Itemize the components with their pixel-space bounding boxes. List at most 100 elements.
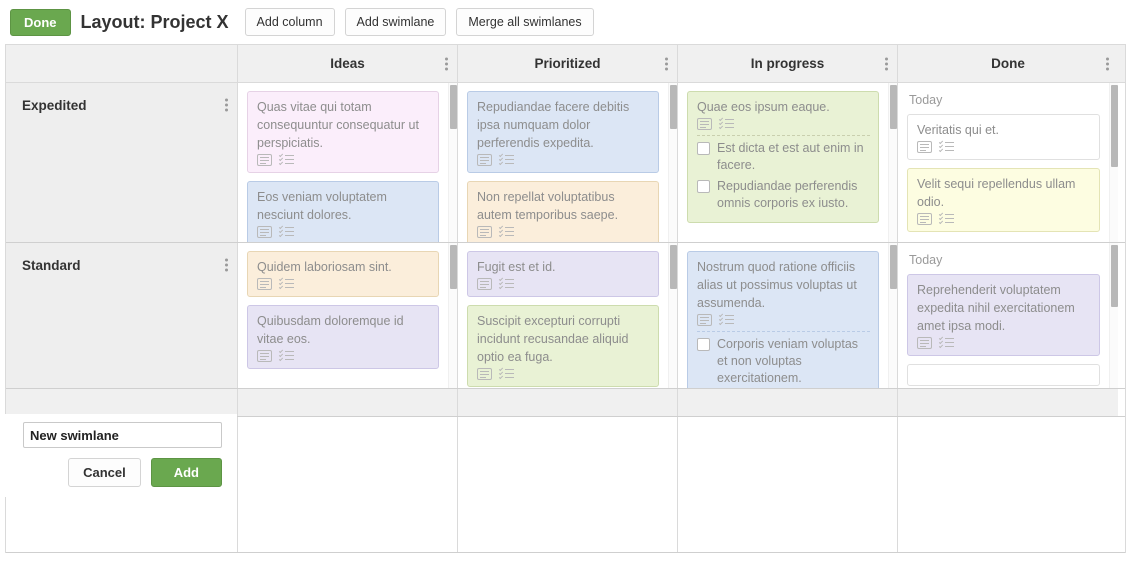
card[interactable]: Suscipit excepturi corrupti incidunt rec… — [467, 305, 659, 387]
subtask-label: Est dicta et est aut enim in facere. — [717, 141, 864, 172]
column-menu-icon[interactable] — [885, 57, 888, 70]
subtask-item[interactable]: Repudiandae perferendis omnis corporis e… — [697, 178, 870, 212]
card[interactable]: Reprehenderit voluptatem expedita nihil … — [907, 274, 1100, 356]
cell-standard-done[interactable]: Today Reprehenderit voluptatem expedita … — [898, 243, 1118, 388]
column-scrollbar[interactable] — [668, 243, 677, 388]
column-menu-icon[interactable] — [665, 57, 668, 70]
column-title: Prioritized — [534, 56, 601, 71]
card[interactable]: Veritatis qui et. — [907, 114, 1100, 160]
card[interactable]: Fugit est et id. — [467, 251, 659, 297]
column-title: Ideas — [330, 56, 365, 71]
done-button[interactable]: Done — [10, 8, 71, 36]
subtask-checkbox[interactable] — [697, 180, 710, 193]
card-title: Velit sequi repellendus ullam odio. — [917, 177, 1076, 209]
checklist-icon — [278, 276, 294, 290]
column-header-done[interactable]: Done — [898, 45, 1118, 82]
column-header-prioritized[interactable]: Prioritized — [458, 45, 678, 82]
add-button[interactable]: Add — [150, 458, 222, 487]
column-scrollbar[interactable] — [668, 83, 677, 242]
column-menu-icon[interactable] — [1106, 57, 1109, 70]
cancel-button[interactable]: Cancel — [68, 458, 141, 487]
swimlane-row-standard: Standard Quidem laboriosam sint. Quibusd… — [6, 243, 1125, 389]
column-scrollbar[interactable] — [888, 243, 897, 388]
card-title: Fugit est et id. — [477, 260, 556, 274]
subtask-item[interactable]: Corporis veniam voluptas et non voluptas… — [697, 336, 870, 387]
checklist-icon — [938, 211, 954, 225]
add-swimlane-button[interactable]: Add swimlane — [344, 7, 447, 37]
cell-expedited-in-progress[interactable]: Quae eos ipsum eaque. Est dicta et est a… — [678, 83, 898, 242]
checklist-icon — [498, 366, 514, 380]
page-title: Layout: Project X — [80, 11, 229, 32]
checklist-icon — [278, 224, 294, 238]
card[interactable]: Repudiandae facere debitis ipsa numquam … — [467, 91, 659, 173]
card-divider — [697, 135, 870, 136]
new-swimlane-cell-prioritized[interactable] — [458, 417, 678, 552]
merge-all-swimlanes-button[interactable]: Merge all swimlanes — [456, 7, 594, 37]
cell-standard-ideas[interactable]: Quidem laboriosam sint. Quibusdam dolore… — [238, 243, 458, 388]
new-swimlane-input[interactable] — [23, 422, 222, 448]
new-swimlane-form: Cancel Add — [5, 414, 237, 497]
description-icon — [257, 226, 272, 238]
column-header-ideas[interactable]: Ideas — [238, 45, 458, 82]
new-swimlane-cell-in-progress[interactable] — [678, 417, 898, 552]
cell-expedited-ideas[interactable]: Quas vitae qui totam consequuntur conseq… — [238, 83, 458, 242]
checklist-icon — [718, 116, 734, 130]
new-swimlane-cell-done[interactable] — [898, 417, 1118, 552]
description-icon — [917, 141, 932, 153]
column-scrollbar[interactable] — [1109, 83, 1118, 242]
card[interactable]: Velit sequi repellendus ullam odio. — [907, 168, 1100, 232]
description-icon — [917, 213, 932, 225]
description-icon — [477, 368, 492, 380]
card[interactable]: Quibusdam doloremque id vitae eos. — [247, 305, 439, 369]
card-icons — [917, 335, 1091, 349]
swimlane-header-standard[interactable]: Standard — [6, 243, 238, 388]
cell-expedited-prioritized[interactable]: Repudiandae facere debitis ipsa numquam … — [458, 83, 678, 242]
swimlane-menu-icon[interactable] — [225, 98, 228, 112]
card-icons — [917, 139, 1091, 153]
card[interactable]: Quas vitae qui totam consequuntur conseq… — [247, 91, 439, 173]
swimlane-header-expedited[interactable]: Expedited — [6, 83, 238, 242]
card[interactable]: Non repellat voluptatibus autem temporib… — [467, 181, 659, 242]
column-title: In progress — [750, 56, 825, 71]
card-group-label: Today — [909, 93, 943, 107]
checklist-icon — [498, 276, 514, 290]
column-scrollbar[interactable] — [448, 243, 457, 388]
card-icons — [697, 116, 870, 130]
add-column-button[interactable]: Add column — [244, 7, 335, 37]
new-swimlane-cell-ideas[interactable] — [238, 417, 458, 552]
column-scrollbar[interactable] — [448, 83, 457, 242]
checklist-icon — [938, 139, 954, 153]
card-title: Veritatis qui et. — [917, 123, 999, 137]
card[interactable]: Eos veniam voluptatem nesciunt dolores. — [247, 181, 439, 242]
header-corner-cell — [6, 45, 238, 82]
card[interactable]: Quidem laboriosam sint. — [247, 251, 439, 297]
cell-standard-in-progress[interactable]: Nostrum quod ratione officiis alias ut p… — [678, 243, 898, 388]
card-icons — [697, 312, 870, 326]
swimlane-title: Expedited — [22, 98, 87, 113]
new-swimlane-input-wrap — [23, 422, 222, 448]
column-scrollbar[interactable] — [888, 83, 897, 242]
column-scrollbar[interactable] — [1109, 243, 1118, 388]
card[interactable] — [907, 364, 1100, 386]
description-icon — [697, 314, 712, 326]
description-icon — [477, 154, 492, 166]
card-divider — [697, 331, 870, 332]
checklist-icon — [718, 312, 734, 326]
subtask-item[interactable]: Est dicta et est aut enim in facere. — [697, 140, 870, 174]
card[interactable]: Nostrum quod ratione officiis alias ut p… — [687, 251, 879, 388]
card-title: Quas vitae qui totam consequuntur conseq… — [257, 100, 419, 150]
card[interactable]: Quae eos ipsum eaque. Est dicta et est a… — [687, 91, 879, 223]
board-header-row: Ideas Prioritized In progress Done — [6, 45, 1125, 83]
column-menu-icon[interactable] — [445, 57, 448, 70]
description-icon — [917, 337, 932, 349]
checklist-icon — [278, 348, 294, 362]
subtask-checkbox[interactable] — [697, 338, 710, 351]
column-header-in-progress[interactable]: In progress — [678, 45, 898, 82]
cell-expedited-done[interactable]: Today Veritatis qui et. Velit sequi repe… — [898, 83, 1118, 242]
checklist-icon — [498, 152, 514, 166]
card-icons — [257, 348, 430, 362]
card-icons — [477, 366, 650, 380]
subtask-checkbox[interactable] — [697, 142, 710, 155]
cell-standard-prioritized[interactable]: Fugit est et id. Suscipit excepturi corr… — [458, 243, 678, 388]
swimlane-menu-icon[interactable] — [225, 258, 228, 272]
